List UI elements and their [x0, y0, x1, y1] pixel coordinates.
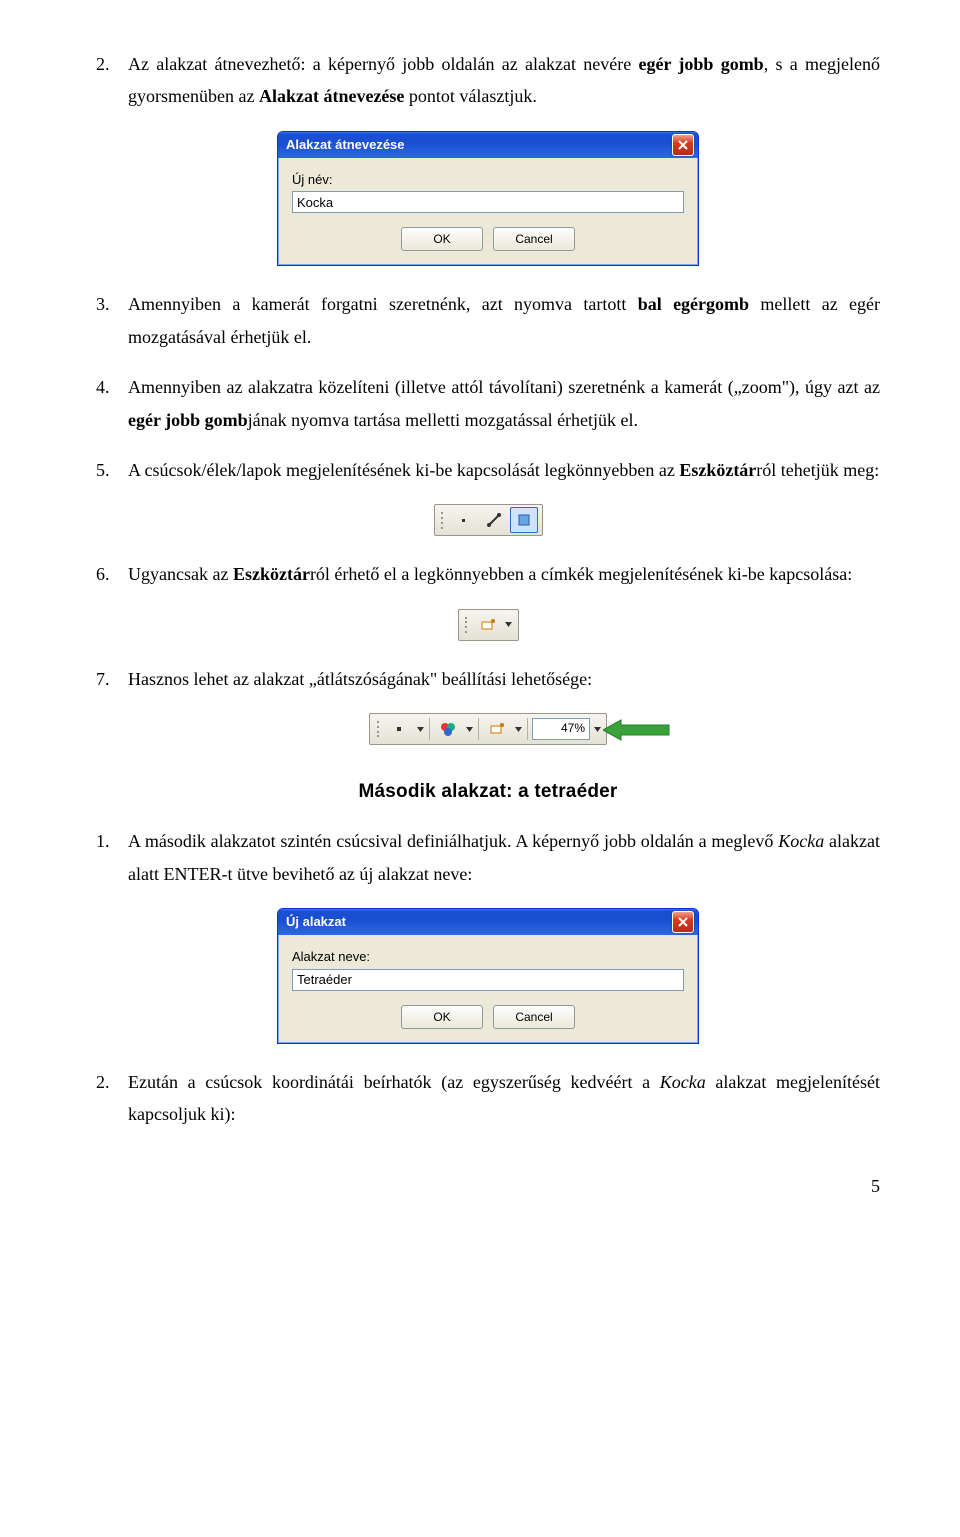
toolbar-grip[interactable] — [374, 718, 381, 740]
bold-text: Eszköztár — [679, 460, 756, 480]
label-icon — [489, 721, 505, 737]
dialog-body: Alakzat neve: OK Cancel — [278, 935, 698, 1043]
bold-text: Eszköztár — [233, 564, 310, 584]
cancel-button[interactable]: Cancel — [493, 1005, 575, 1029]
toolbar-separator — [478, 718, 479, 740]
point-style-button[interactable] — [385, 716, 413, 742]
chevron-down-icon — [417, 727, 424, 732]
list-text: A második alakzatot szintén csúcsival de… — [128, 831, 880, 883]
text: Amennyiben a kamerát forgatni szeretnénk… — [128, 294, 638, 314]
point-style-dropdown[interactable] — [415, 717, 425, 741]
text: ról érhető el a legkönnyebben a címkék m… — [310, 564, 852, 584]
labels-dropdown[interactable] — [504, 613, 514, 637]
text: Ezután a csúcsok koordinátái beírhatók (… — [128, 1072, 660, 1092]
color-palette-icon — [439, 721, 457, 737]
dialog-title: Új alakzat — [286, 914, 346, 930]
list-text: Ezután a csúcsok koordinátái beírhatók (… — [128, 1072, 880, 1124]
bold-text: egér jobb gomb — [128, 410, 248, 430]
toggle-vertices-button[interactable] — [450, 507, 478, 533]
page-number: 5 — [96, 1170, 880, 1202]
shape-name-label: Alakzat neve: — [292, 949, 684, 965]
toolbar-grip[interactable] — [463, 614, 470, 636]
ok-button[interactable]: OK — [401, 1005, 483, 1029]
text: A csúcsok/élek/lapok megjelenítésének ki… — [128, 460, 679, 480]
dialog-title: Alakzat átnevezése — [286, 137, 405, 153]
list-number: 7. — [96, 663, 110, 695]
dialog-body: Új név: OK Cancel — [278, 158, 698, 266]
list-text: Amennyiben az alakzatra közelíteni (ille… — [128, 377, 880, 429]
vertex-icon — [462, 519, 465, 522]
list-number: 6. — [96, 558, 110, 590]
text: Amennyiben az alakzatra közelíteni (ille… — [128, 377, 880, 397]
list-text: Hasznos lehet az alakzat „átlátszóságána… — [128, 669, 592, 689]
toggle-edges-button[interactable] — [480, 507, 508, 533]
list-number: 3. — [96, 288, 110, 320]
new-name-field[interactable] — [292, 191, 684, 213]
close-icon[interactable] — [672, 134, 694, 156]
text: jának nyomva tartása melletti mozgatássa… — [248, 410, 638, 430]
bold-text: Alakzat átnevezése — [259, 86, 404, 106]
toolbar-separator — [429, 718, 430, 740]
new-name-label: Új név: — [292, 172, 684, 188]
chevron-down-icon — [594, 727, 601, 732]
face-icon — [516, 512, 532, 528]
italic-text: Kocka — [778, 831, 824, 851]
text: ról tehetjük meg: — [756, 460, 879, 480]
list-number: 4. — [96, 371, 110, 403]
list-item: 2. Az alakzat átnevezhető: a képernyő jo… — [96, 48, 880, 113]
text: Ugyancsak az — [128, 564, 233, 584]
list-item: 3. Amennyiben a kamerát forgatni szeretn… — [96, 288, 880, 353]
transparency-value[interactable]: 47% — [532, 718, 590, 740]
bold-text: egér jobb gomb — [638, 54, 763, 74]
dialog-titlebar[interactable]: Alakzat átnevezése — [278, 132, 698, 158]
list-text: Amennyiben a kamerát forgatni szeretnénk… — [128, 294, 880, 346]
bold-text: bal egérgomb — [638, 294, 749, 314]
labels-dropdown[interactable] — [513, 717, 523, 741]
toolbar-separator — [527, 718, 528, 740]
toggle-faces-button[interactable] — [510, 507, 538, 533]
annotation-arrow-icon — [603, 717, 673, 743]
list-item: 4. Amennyiben az alakzatra közelíteni (i… — [96, 371, 880, 436]
list-item: 1. A második alakzatot szintén csúcsival… — [96, 825, 880, 890]
cancel-button[interactable]: Cancel — [493, 227, 575, 251]
toolbar-vertex-edge-face — [434, 504, 543, 536]
new-shape-dialog: Új alakzat Alakzat neve: OK Cancel — [277, 908, 699, 1044]
ok-button[interactable]: OK — [401, 227, 483, 251]
shape-name-field[interactable] — [292, 969, 684, 991]
dialog-titlebar[interactable]: Új alakzat — [278, 909, 698, 935]
list-number: 2. — [96, 1066, 110, 1098]
text: pontot választjuk. — [404, 86, 536, 106]
toolbar-transparency: 47% — [369, 713, 607, 745]
labels-button[interactable] — [474, 612, 502, 638]
list-item: 5. A csúcsok/élek/lapok megjelenítésének… — [96, 454, 880, 486]
labels-button[interactable] — [483, 716, 511, 742]
toolbar-labels — [458, 609, 519, 641]
list-text: Az alakzat átnevezhető: a képernyő jobb … — [128, 54, 880, 106]
edge-icon — [486, 512, 502, 528]
list-item: 7. Hasznos lehet az alakzat „átlátszóság… — [96, 663, 880, 695]
color-dropdown[interactable] — [464, 717, 474, 741]
label-icon — [480, 617, 496, 633]
list-number: 1. — [96, 825, 110, 857]
transparency-dropdown[interactable] — [592, 717, 602, 741]
italic-text: Kocka — [660, 1072, 706, 1092]
close-icon[interactable] — [672, 911, 694, 933]
section-heading: Második alakzat: a tetraéder — [96, 775, 880, 809]
color-button[interactable] — [434, 716, 462, 742]
chevron-down-icon — [515, 727, 522, 732]
list-number: 5. — [96, 454, 110, 486]
list-text: A csúcsok/élek/lapok megjelenítésének ki… — [128, 460, 879, 480]
chevron-down-icon — [505, 622, 512, 627]
list-item: 6. Ugyancsak az Eszköztárról érhető el a… — [96, 558, 880, 590]
list-number: 2. — [96, 48, 110, 80]
text: Az alakzat átnevezhető: a képernyő jobb … — [128, 54, 638, 74]
point-icon — [397, 727, 401, 731]
chevron-down-icon — [466, 727, 473, 732]
text: A második alakzatot szintén csúcsival de… — [128, 831, 778, 851]
rename-shape-dialog: Alakzat átnevezése Új név: OK Cancel — [277, 131, 699, 267]
list-item: 2. Ezután a csúcsok koordinátái beírható… — [96, 1066, 880, 1131]
toolbar-grip[interactable] — [439, 509, 446, 531]
list-text: Ugyancsak az Eszköztárról érhető el a le… — [128, 564, 852, 584]
